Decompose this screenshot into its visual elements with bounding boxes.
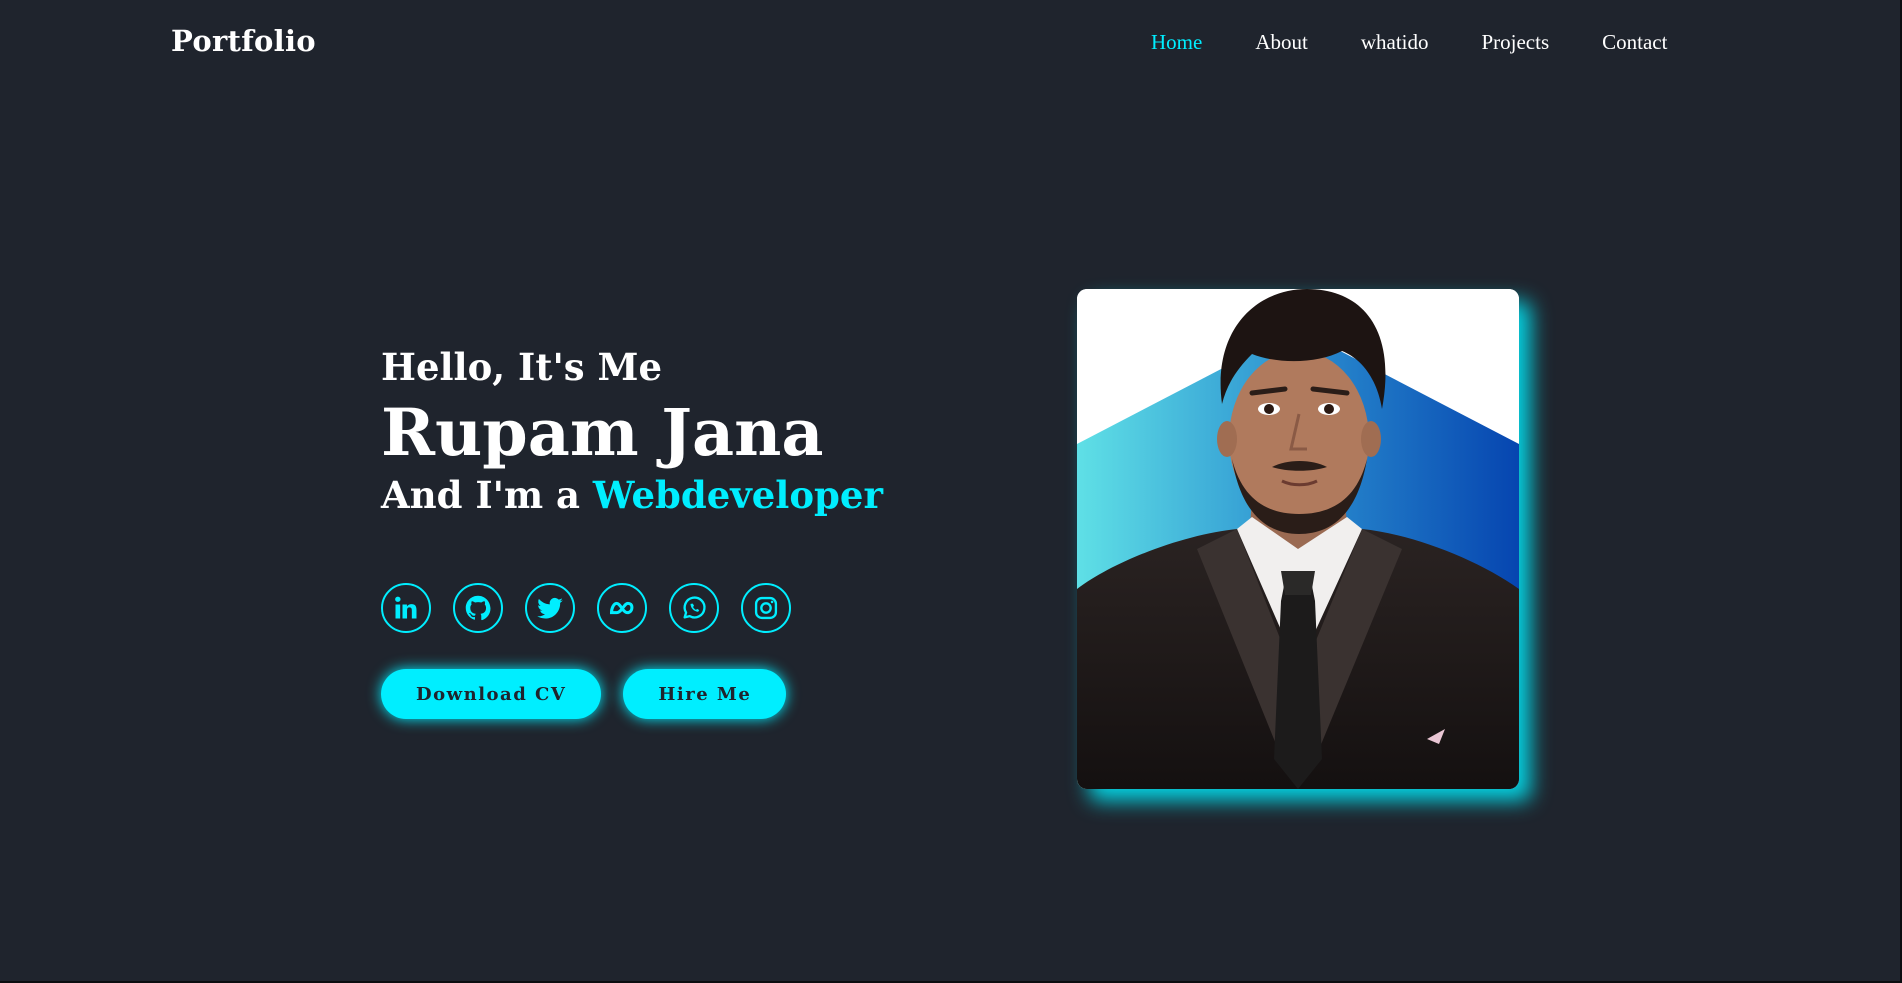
nav-about[interactable]: About — [1255, 30, 1308, 55]
instagram-icon — [754, 596, 778, 620]
role-prefix: And I'm a — [381, 473, 581, 517]
social-links — [381, 583, 981, 633]
header: Portfolio Home About whatido Projects Co… — [0, 0, 1902, 88]
github-icon — [465, 595, 491, 621]
instagram-link[interactable] — [741, 583, 791, 633]
hero-name: Rupam Jana — [381, 395, 824, 471]
hero-buttons: Download CV Hire Me — [381, 669, 981, 719]
role-line: And I'm a Webdeveloper — [381, 473, 981, 517]
meta-icon — [609, 601, 634, 615]
nav-home[interactable]: Home — [1151, 30, 1202, 55]
role-highlight: Webdeveloper — [592, 473, 883, 517]
nav-contact[interactable]: Contact — [1602, 30, 1667, 55]
linkedin-link[interactable] — [381, 583, 431, 633]
hire-me-button[interactable]: Hire Me — [623, 669, 787, 719]
main-nav: Home About whatido Projects Contact — [1151, 30, 1720, 55]
twitter-icon — [537, 597, 563, 619]
twitter-link[interactable] — [525, 583, 575, 633]
greeting: Hello, It's Me — [381, 345, 662, 389]
logo[interactable]: Portfolio — [171, 24, 316, 58]
download-cv-button[interactable]: Download CV — [381, 669, 602, 719]
nav-projects[interactable]: Projects — [1481, 30, 1549, 55]
whatsapp-link[interactable] — [669, 583, 719, 633]
github-link[interactable] — [453, 583, 503, 633]
meta-link[interactable] — [597, 583, 647, 633]
profile-photo-image — [1077, 289, 1519, 789]
profile-photo — [1077, 289, 1519, 789]
whatsapp-icon — [683, 596, 706, 619]
nav-whatido[interactable]: whatido — [1361, 30, 1429, 55]
hero-content: Hello, It's Me Rupam Jana And I'm a Webd… — [381, 345, 981, 719]
linkedin-icon — [395, 596, 417, 619]
